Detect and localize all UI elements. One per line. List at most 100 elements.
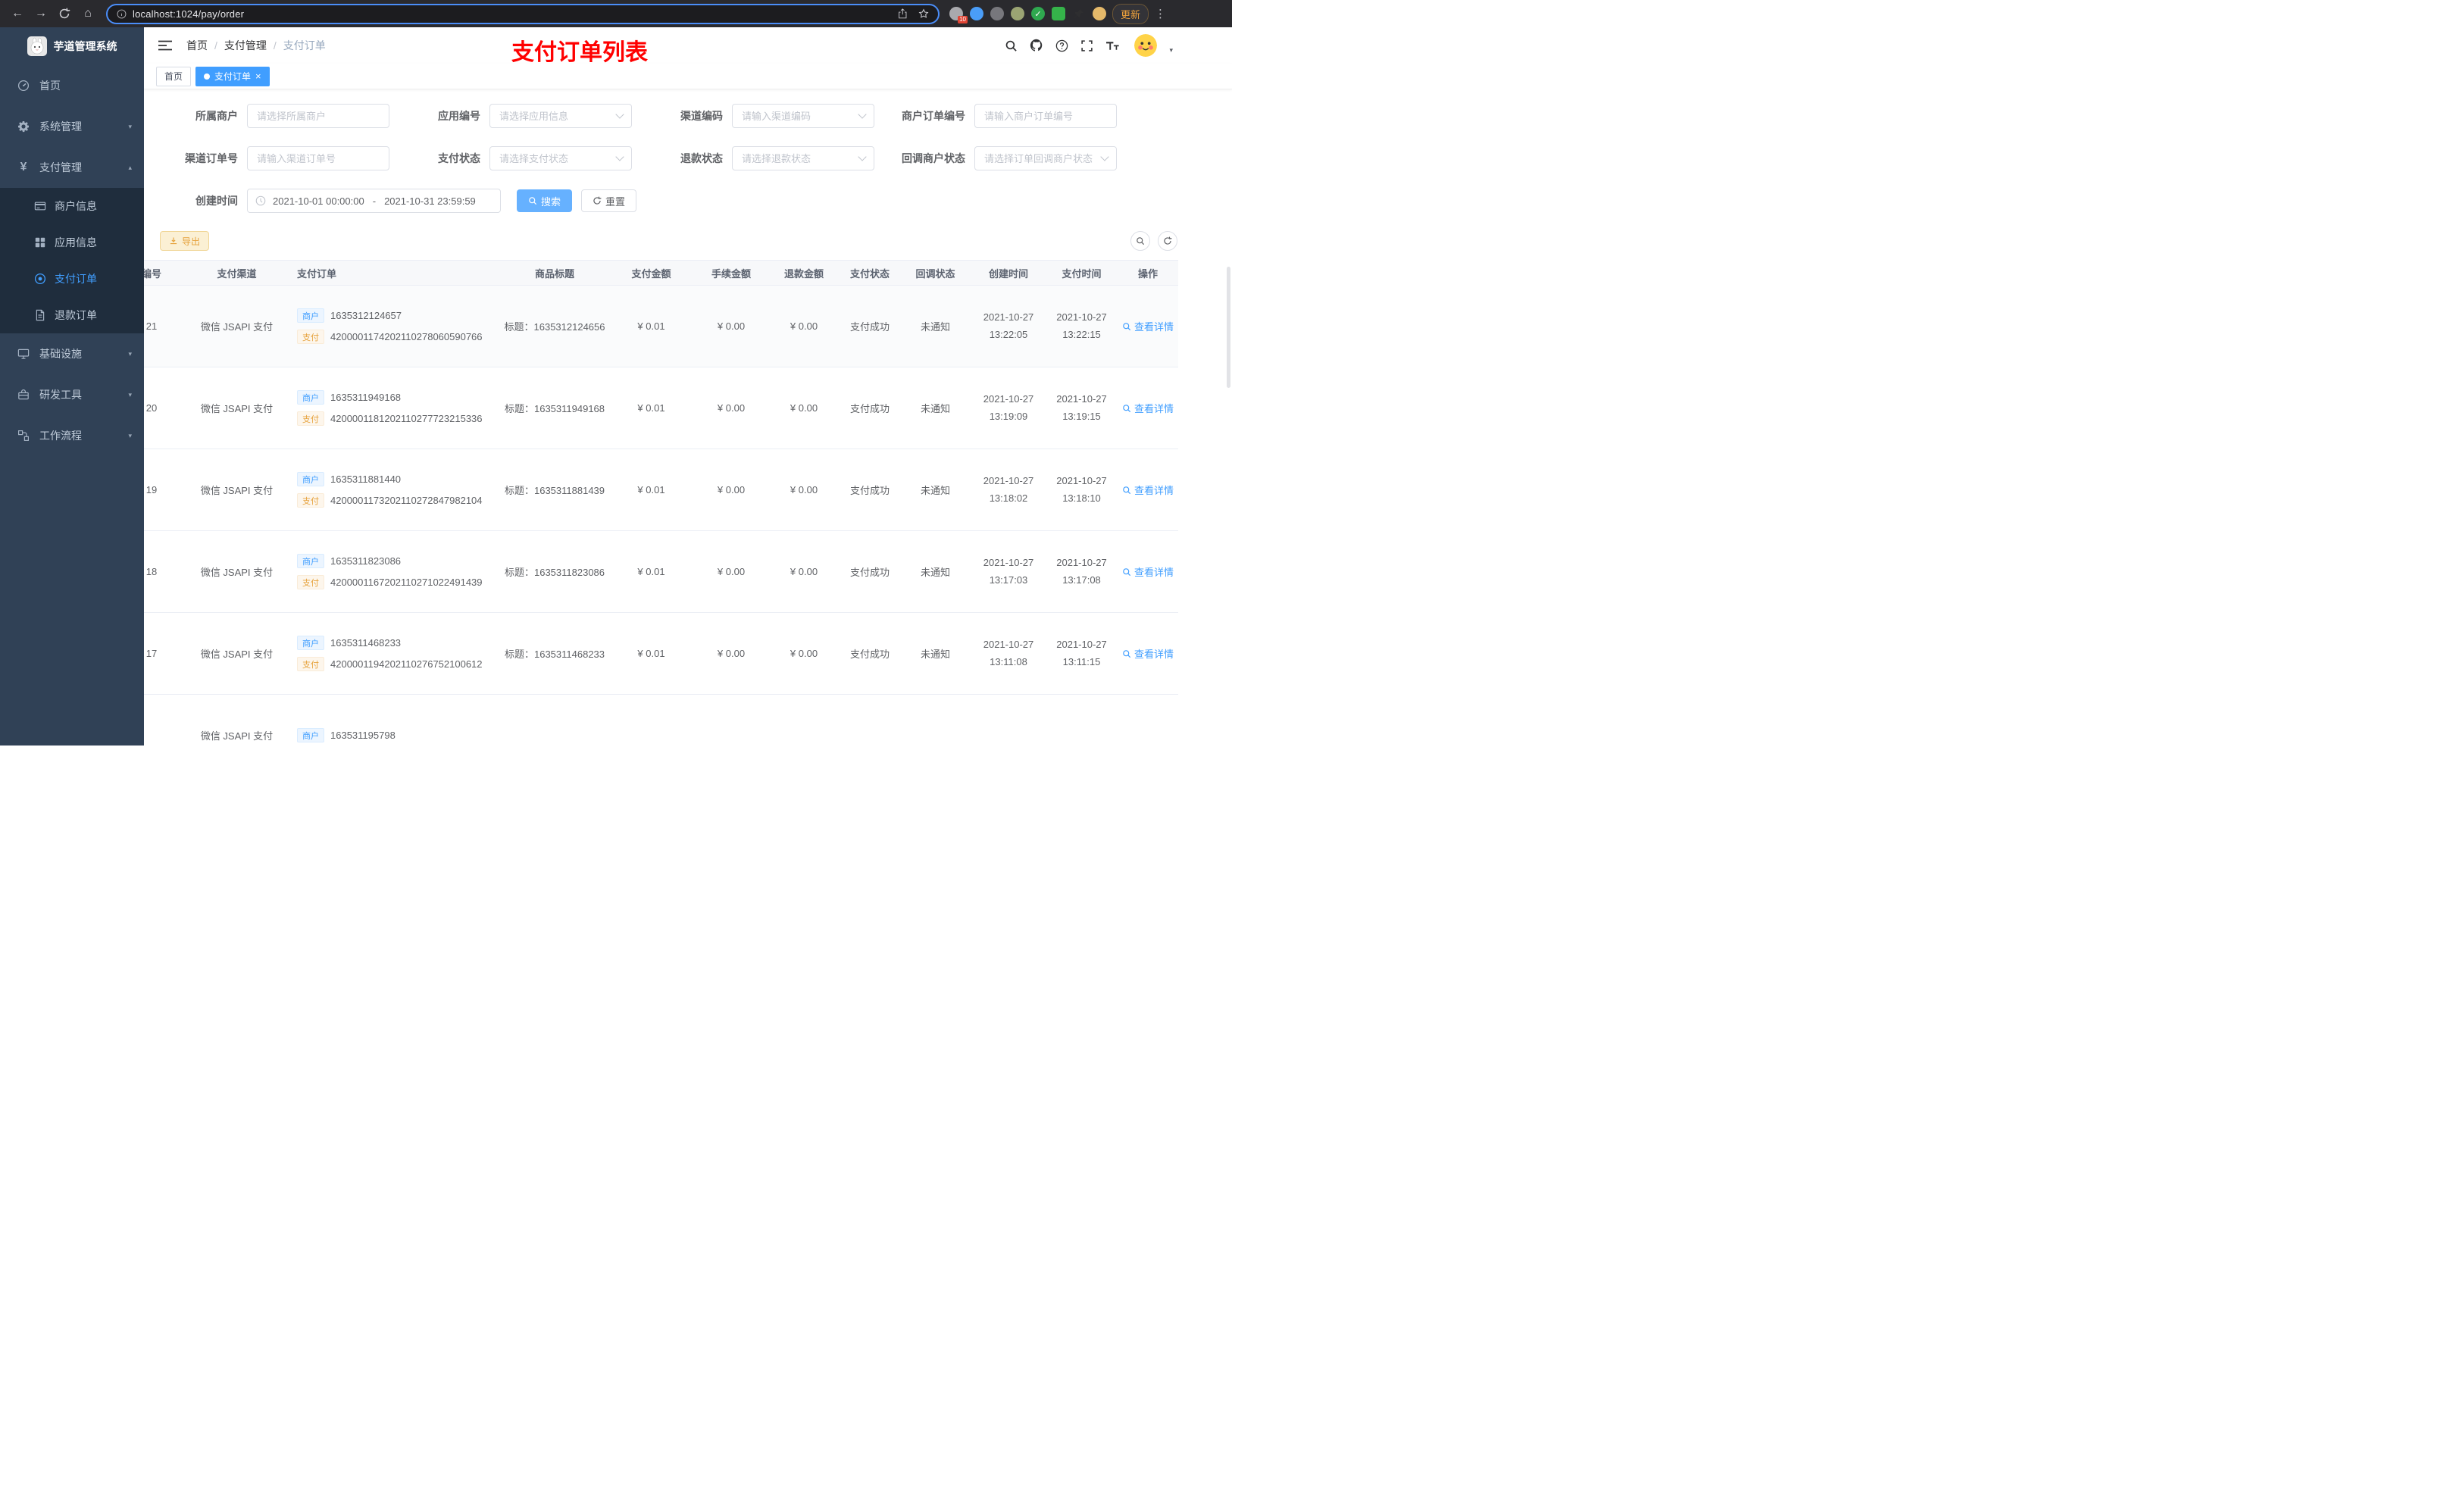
date-range-picker[interactable]: 2021-10-01 00:00:00 - 2021-10-31 23:59:5… xyxy=(247,189,501,213)
sidebar-item-系统管理[interactable]: 系统管理 ▾ xyxy=(0,106,144,147)
reset-button[interactable]: 重置 xyxy=(581,189,637,212)
font-size-icon[interactable] xyxy=(1105,39,1120,52)
scrollbar-thumb[interactable] xyxy=(1227,267,1230,388)
cell-fee-amount: ¥ 0.00 xyxy=(717,402,746,414)
browser-update-button[interactable]: 更新 xyxy=(1112,3,1149,24)
extensions-puzzle-icon[interactable]: 10 xyxy=(949,7,968,23)
merchant-order-line: 商户 1635311881440 xyxy=(297,472,401,486)
chevron-down-icon: ▾ xyxy=(128,390,132,399)
sidebar-item-应用信息[interactable]: 应用信息 xyxy=(0,224,144,261)
view-detail-link[interactable]: 查看详情 xyxy=(1122,483,1174,497)
cell-pay-order: 商户 1635311881440 支付 42000011732021102728… xyxy=(288,449,502,530)
column-header: 编号 xyxy=(144,267,161,280)
breadcrumb-pay-manage[interactable]: 支付管理 xyxy=(224,38,267,53)
filter-select[interactable] xyxy=(732,146,874,170)
close-icon[interactable]: × xyxy=(255,71,261,81)
breadcrumb-home[interactable]: 首页 xyxy=(186,38,208,53)
merchant-tag: 商户 xyxy=(297,390,324,405)
sidebar-item-退款订单[interactable]: 退款订单 xyxy=(0,297,144,333)
browser-reload-button[interactable] xyxy=(55,4,74,23)
header-actions: ▾ xyxy=(1005,34,1232,57)
table-row[interactable]: 20 微信 JSAPI 支付 商户 1635311949168 支付 42000… xyxy=(144,367,1178,449)
filter-select[interactable] xyxy=(489,146,632,170)
help-icon[interactable] xyxy=(1055,39,1068,52)
yen-icon: ¥ xyxy=(20,161,27,174)
sidebar-toggle-icon[interactable] xyxy=(158,39,173,52)
bookmark-star-icon[interactable] xyxy=(918,8,929,19)
chevron-down-icon[interactable]: ▾ xyxy=(1169,46,1173,55)
extension-olive-icon[interactable] xyxy=(1011,7,1024,20)
table-row[interactable]: 21 微信 JSAPI 支付 商户 1635312124657 支付 42000… xyxy=(144,286,1178,367)
magnifier-icon xyxy=(1122,567,1131,577)
table-header-row: 编号 支付渠道 支付订单 商品标题 支付金额 手续金额 退款金额 支付状态 回调状态 创建时间 支付… xyxy=(144,260,1178,286)
filter-input[interactable] xyxy=(974,104,1117,128)
extension-pin-icon[interactable] xyxy=(1072,7,1086,20)
channel-order-no: 4200001167202110271022491439 xyxy=(330,577,483,588)
cell-pay-status xyxy=(840,695,899,746)
sidebar-item-基础设施[interactable]: 基础设施 ▾ xyxy=(0,333,144,374)
browser-menu-icon[interactable]: ⋮ xyxy=(1155,7,1166,20)
cell-pay-amount xyxy=(608,695,695,746)
sidebar-item-支付订单[interactable]: 支付订单 xyxy=(0,261,144,297)
magnifier-icon xyxy=(1122,649,1131,658)
table-body: 21 微信 JSAPI 支付 商户 1635312124657 支付 42000… xyxy=(144,286,1178,746)
table-row[interactable]: 微信 JSAPI 支付 商户 163531195798 xyxy=(144,695,1178,746)
export-button-label: 导出 xyxy=(182,236,201,247)
table-row[interactable]: 18 微信 JSAPI 支付 商户 1635311823086 支付 42000… xyxy=(144,531,1178,613)
browser-back-button[interactable]: ← xyxy=(8,4,27,23)
sidebar-item-label: 首页 xyxy=(39,80,61,92)
tab-pay-order[interactable]: 支付订单 × xyxy=(195,66,270,86)
view-detail-link[interactable]: 查看详情 xyxy=(1122,564,1174,579)
sidebar-item-商户信息[interactable]: 商户信息 xyxy=(0,188,144,224)
extension-drop-icon[interactable] xyxy=(970,7,983,20)
sidebar-item-工作流程[interactable]: 工作流程 ▾ xyxy=(0,415,144,456)
table-row[interactable]: 17 微信 JSAPI 支付 商户 1635311468233 支付 42000… xyxy=(144,613,1178,695)
view-detail-link[interactable]: 查看详情 xyxy=(1122,319,1174,333)
reset-button-label: 重置 xyxy=(605,195,626,208)
refresh-button[interactable] xyxy=(1158,231,1177,251)
filter-input[interactable] xyxy=(247,104,389,128)
user-avatar[interactable] xyxy=(1134,34,1158,57)
zoom-button[interactable] xyxy=(1130,231,1150,251)
sidebar-item-首页[interactable]: 首页 xyxy=(0,65,144,106)
cell-id: 19 xyxy=(145,484,158,495)
extension-chat-icon[interactable] xyxy=(1052,7,1065,20)
extension-face-icon[interactable] xyxy=(1093,7,1106,20)
browser-chrome: ← → ⌂ localhost:1024/pay/order 10 ✓ 更新 ⋮ xyxy=(0,0,1232,27)
filter-label: 所属商户 xyxy=(195,110,238,122)
share-icon[interactable] xyxy=(898,8,908,19)
column-header: 操作 xyxy=(1137,267,1158,280)
view-detail-link[interactable]: 查看详情 xyxy=(1122,401,1174,415)
sidebar-item-支付管理[interactable]: ¥ 支付管理 ▴ xyxy=(0,147,144,188)
browser-home-button[interactable]: ⌂ xyxy=(78,4,98,23)
github-icon[interactable] xyxy=(1030,39,1043,52)
search-icon[interactable] xyxy=(1005,39,1018,52)
cell-pay-order: 商户 1635311823086 支付 42000011672021102710… xyxy=(288,531,502,612)
cell-pay-time: 2021-10-27 13:22:15 xyxy=(1056,311,1107,340)
sidebar-item-label: 商户信息 xyxy=(55,200,97,212)
merchant-order-line: 商户 163531195798 xyxy=(297,728,396,742)
filter-select[interactable] xyxy=(489,104,632,128)
filter-select[interactable] xyxy=(974,146,1117,170)
extension-green-check-icon[interactable]: ✓ xyxy=(1031,7,1045,20)
filter-input[interactable] xyxy=(247,146,389,170)
pay-tag: 支付 xyxy=(297,411,324,426)
sidebar-item-研发工具[interactable]: 研发工具 ▾ xyxy=(0,374,144,415)
table-row[interactable]: 19 微信 JSAPI 支付 商户 1635311881440 支付 42000… xyxy=(144,449,1178,531)
breadcrumb-current: 支付订单 xyxy=(283,39,326,52)
extension-gray-icon[interactable] xyxy=(990,7,1004,20)
search-button[interactable]: 搜索 xyxy=(517,189,573,212)
export-button[interactable]: 导出 xyxy=(160,231,210,251)
merchant-order-no: 1635311949168 xyxy=(330,392,402,403)
fullscreen-icon[interactable] xyxy=(1080,39,1093,52)
tab-home[interactable]: 首页 xyxy=(156,66,192,86)
cell-actions: 查看详情 xyxy=(1118,367,1178,449)
filter-select[interactable] xyxy=(732,104,874,128)
toolbox-icon xyxy=(17,389,30,401)
browser-forward-button[interactable]: → xyxy=(31,4,51,23)
site-info-icon[interactable] xyxy=(117,9,127,19)
cell-pay-channel: 微信 JSAPI 支付 xyxy=(200,403,274,414)
view-detail-link[interactable]: 查看详情 xyxy=(1122,646,1174,661)
address-bar[interactable]: localhost:1024/pay/order xyxy=(106,3,940,24)
main-area: 首页 / 支付管理 / 支付订单 支付订单列表 ▾ 首页 支付订单 × 所属商户… xyxy=(144,27,1232,746)
